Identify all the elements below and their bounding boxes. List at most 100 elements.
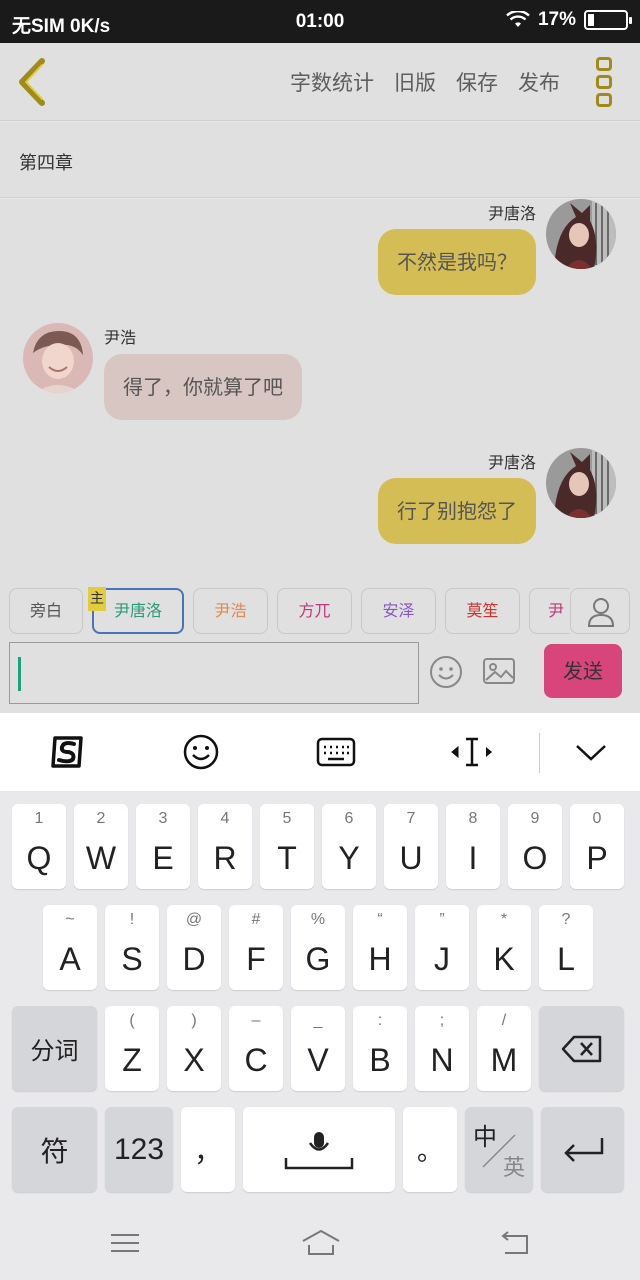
smiley-icon [183, 734, 219, 770]
key-u[interactable]: 7U [384, 804, 438, 889]
emoji-button[interactable] [429, 655, 463, 689]
character-chip-anze[interactable]: 安泽 [361, 588, 436, 634]
key-label: U [399, 840, 423, 876]
numbers-key[interactable]: 123 [105, 1107, 173, 1192]
send-button[interactable]: 发送 [544, 644, 622, 698]
key-label: V [307, 1042, 329, 1078]
key-b[interactable]: :B [353, 1006, 407, 1091]
avatar[interactable] [546, 199, 616, 269]
character-chip-partial[interactable]: 尹 [529, 588, 570, 634]
key-k[interactable]: * K [477, 905, 531, 990]
key-sub-label: 5 [282, 810, 292, 827]
backspace-key[interactable] [539, 1006, 624, 1091]
key-label: E [152, 840, 174, 876]
image-button[interactable] [482, 656, 516, 686]
hide-keyboard-button[interactable] [571, 732, 611, 772]
key-v[interactable]: _ V [291, 1006, 345, 1091]
key-z[interactable]: (Z [105, 1006, 159, 1091]
space-key[interactable] [243, 1107, 395, 1192]
message-bubble[interactable]: 不然是我吗？ [378, 229, 536, 295]
key-e[interactable]: 3E [136, 804, 190, 889]
key-label: O [522, 840, 548, 876]
key-q[interactable]: 1Q [12, 804, 66, 889]
key-a[interactable]: ~ A [43, 905, 97, 990]
key-sub-label: % [310, 911, 326, 928]
character-chip-mosheng[interactable]: 莫笙 [445, 588, 520, 634]
character-label: 尹浩 [214, 601, 247, 620]
key-label: 分词 [30, 1037, 79, 1065]
toolbar-divider [539, 733, 540, 773]
key-sub-label: ; [439, 1012, 445, 1029]
back-button[interactable] [14, 57, 54, 107]
language-switch-key[interactable]: 中 英 [465, 1107, 533, 1192]
key-x[interactable]: ) X [167, 1006, 221, 1091]
menu-nav-button[interactable] [107, 1227, 143, 1259]
key-c[interactable]: – C [229, 1006, 283, 1091]
menu-dot-icon [596, 75, 612, 89]
chat-area: 尹唐洛 不然是我吗？ 尹浩 得了，你就算了吧 尹唐洛 行了别抱怨了 [0, 199, 640, 565]
key-sub-label: ( [129, 1012, 135, 1029]
message-input-row: 发送 [0, 640, 640, 713]
sogou-logo-button[interactable] [47, 732, 87, 772]
sender-name: 尹浩 [104, 328, 137, 347]
manage-characters-button[interactable] [570, 588, 630, 634]
key-o[interactable]: 9O [508, 804, 562, 889]
key-j[interactable]: ” J [415, 905, 469, 990]
key-n[interactable]: ; N [415, 1006, 469, 1091]
key-m[interactable]: / M [477, 1006, 531, 1091]
home-icon [302, 1229, 340, 1255]
key-label: B [369, 1042, 391, 1078]
character-chip-narrator[interactable]: 旁白 [9, 588, 83, 634]
keyboard: 1Q 2W 3E 4R 5T 6Y 7U 8I 9O 0P ~ A ! S @ D #… [0, 791, 640, 1207]
message-bubble[interactable]: 行了别抱怨了 [378, 478, 536, 544]
character-chip-yinhao[interactable]: 尹浩 [193, 588, 268, 634]
app-header: 字数统计 旧版 保存 发布 [0, 43, 640, 121]
key-sub-label: ! [129, 911, 135, 928]
keyboard-switch-button[interactable] [316, 732, 356, 772]
publish-button[interactable]: 发布 [518, 67, 560, 97]
comma-key[interactable]: ， [181, 1107, 235, 1192]
save-button[interactable]: 保存 [456, 67, 498, 97]
key-g[interactable]: % G [291, 905, 345, 990]
key-d[interactable]: @ D [167, 905, 221, 990]
avatar[interactable] [23, 323, 93, 393]
key-label: C [244, 1042, 268, 1078]
chapter-title-bar[interactable]: 第四章 [0, 122, 640, 198]
cursor-move-button[interactable] [450, 732, 492, 772]
key-l[interactable]: ? L [539, 905, 593, 990]
more-menu-button[interactable] [596, 57, 614, 107]
character-chip-fangwu[interactable]: 方兀 [277, 588, 352, 634]
period-key[interactable]: 。 [403, 1107, 457, 1192]
key-label: 。 [416, 1137, 443, 1167]
back-nav-button[interactable] [497, 1227, 533, 1259]
key-t[interactable]: 5T [260, 804, 314, 889]
key-label: Y [338, 840, 360, 876]
key-i[interactable]: 8I [446, 804, 500, 889]
key-p[interactable]: 0P [570, 804, 624, 889]
message-bubble[interactable]: 得了，你就算了吧 [104, 354, 302, 420]
key-sub-label: * [500, 911, 508, 928]
symbols-key[interactable]: 符 [12, 1107, 97, 1192]
emoji-panel-button[interactable] [181, 732, 221, 772]
key-w[interactable]: 2W [74, 804, 128, 889]
avatar[interactable] [546, 448, 616, 518]
key-f[interactable]: # F [229, 905, 283, 990]
home-nav-button[interactable] [300, 1227, 342, 1259]
key-h[interactable]: “H [353, 905, 407, 990]
main-character-badge: 主 [88, 587, 106, 611]
message-input[interactable] [9, 642, 419, 704]
character-label: 莫笙 [466, 601, 499, 620]
enter-key[interactable] [541, 1107, 624, 1192]
segment-key[interactable]: 分词 [12, 1006, 97, 1091]
key-label: P [586, 840, 608, 876]
word-count-button[interactable]: 字数统计 [290, 67, 374, 97]
key-label: Z [122, 1042, 142, 1078]
key-label: L [557, 941, 575, 977]
key-r[interactable]: 4R [198, 804, 252, 889]
old-version-button[interactable]: 旧版 [394, 67, 436, 97]
key-s[interactable]: ! S [105, 905, 159, 990]
key-label: G [305, 941, 331, 977]
chevron-left-icon [19, 58, 45, 106]
key-y[interactable]: 6Y [322, 804, 376, 889]
key-sub-label: – [251, 1012, 261, 1029]
